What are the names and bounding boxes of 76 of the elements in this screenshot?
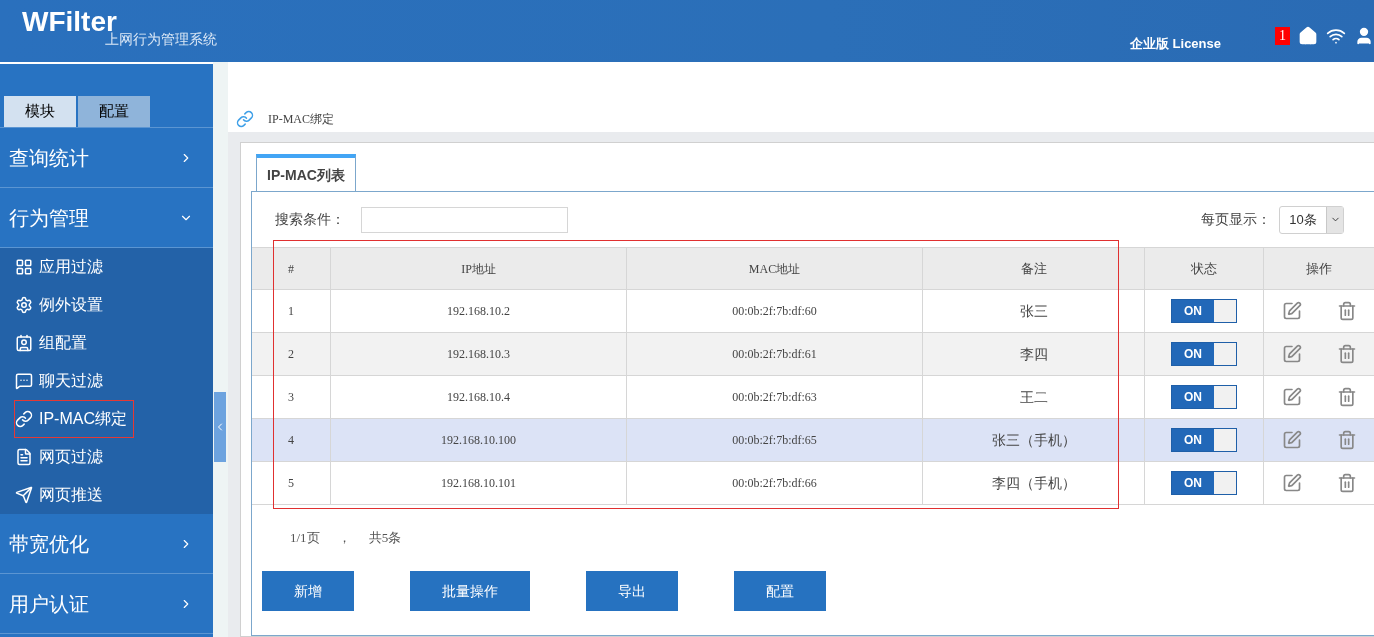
action-button[interactable]: 配置 — [734, 571, 826, 611]
edit-icon[interactable] — [1281, 387, 1302, 407]
table-cell-text: 5 — [288, 475, 294, 492]
table-cell-text: 00:0b:2f:7b:df:61 — [732, 346, 817, 363]
table-cell-text: 00:0b:2f:7b:df:65 — [732, 432, 817, 449]
table-cell-text: 李四 — [1019, 344, 1048, 364]
user-icon[interactable] — [1354, 25, 1374, 46]
table-row[interactable]: 1 192.168.10.2 00:0b:2f:7b:df:60 张三 ON — [252, 290, 1374, 333]
edit-icon[interactable] — [1281, 301, 1302, 321]
trash-icon[interactable] — [1337, 301, 1358, 321]
separator-text: ， — [337, 529, 351, 548]
status-toggle[interactable]: ON — [1171, 471, 1237, 495]
status-toggle[interactable]: ON — [1171, 342, 1237, 366]
page-count: 1/1页 — [290, 529, 320, 548]
table-cell-text: 192.168.10.101 — [441, 475, 516, 492]
column-header: 备注 — [923, 248, 1145, 289]
action-button[interactable]: 批量操作 — [410, 571, 530, 611]
table-cell-text: 张三 — [1019, 301, 1048, 321]
table-cell-text: 4 — [288, 432, 294, 449]
column-header: # — [252, 248, 331, 289]
contact-card-icon — [15, 334, 33, 352]
table-row[interactable]: 4 192.168.10.100 00:0b:2f:7b:df:65 张三（手机） ON — [252, 419, 1374, 462]
table-cell-text: 王二 — [1019, 387, 1048, 407]
edit-icon[interactable] — [1281, 430, 1302, 450]
trash-icon[interactable] — [1337, 344, 1358, 364]
table-row[interactable]: 5 192.168.10.101 00:0b:2f:7b:df:66 李四（手机） ON — [252, 462, 1374, 505]
table-cell-text: 192.168.10.100 — [441, 432, 516, 449]
page-icon — [15, 448, 33, 466]
search-field[interactable] — [361, 206, 568, 233]
chat-icon — [15, 372, 33, 390]
total-count: 共5条 — [368, 529, 402, 548]
table-cell-text: 3 — [288, 389, 294, 406]
trash-icon[interactable] — [1337, 430, 1358, 450]
edit-icon[interactable] — [1281, 473, 1302, 493]
search-label: 搜索条件： — [275, 210, 345, 229]
link-icon — [15, 410, 33, 428]
home-icon[interactable] — [1298, 25, 1318, 46]
table-cell-text: 李四（手机） — [991, 473, 1076, 493]
table-cell-text: 192.168.10.3 — [447, 346, 510, 363]
table-cell-text: 00:0b:2f:7b:df:60 — [732, 303, 817, 320]
table-cell-text: 张三（手机） — [991, 430, 1076, 450]
trash-icon[interactable] — [1337, 387, 1358, 407]
status-toggle[interactable]: ON — [1171, 428, 1237, 452]
page-size-label: 每页显示： — [1201, 210, 1271, 229]
action-button[interactable]: 导出 — [586, 571, 678, 611]
sidebar-tab[interactable]: 模块 — [4, 96, 76, 127]
trash-icon[interactable] — [1337, 473, 1358, 493]
column-header: 状态 — [1145, 248, 1264, 289]
table-cell-text: 192.168.10.2 — [447, 303, 510, 320]
page-size-select[interactable]: 10条 — [1279, 205, 1344, 234]
table-cell-text: 00:0b:2f:7b:df:66 — [732, 475, 817, 492]
table-row[interactable]: 3 192.168.10.4 00:0b:2f:7b:df:63 王二 ON — [252, 376, 1374, 419]
status-toggle[interactable]: ON — [1171, 299, 1237, 323]
grid-icon — [15, 258, 33, 276]
breadcrumb: IP-MAC绑定 — [268, 111, 334, 128]
link-icon — [236, 110, 254, 128]
sidebar-tab[interactable]: 配置 — [78, 96, 150, 127]
column-header: 操作 — [1264, 248, 1374, 289]
collapse-handle[interactable] — [214, 392, 226, 462]
status-toggle[interactable]: ON — [1171, 385, 1237, 409]
license-link[interactable]: 企业版 License — [1129, 34, 1221, 54]
table-row[interactable]: 2 192.168.10.3 00:0b:2f:7b:df:61 李四 ON — [252, 333, 1374, 376]
paper-plane-icon — [15, 486, 33, 504]
logo-subtitle: 上网行为管理系统 — [104, 31, 217, 49]
column-header: MAC地址 — [627, 248, 923, 289]
panel-tab[interactable]: IP-MAC列表 — [256, 154, 356, 192]
sidebar-item[interactable]: IP-MAC绑定 — [14, 400, 134, 438]
table-cell-text: 2 — [288, 346, 294, 363]
table-cell-text: 192.168.10.4 — [447, 389, 510, 406]
notification-badge[interactable]: 1 — [1275, 26, 1290, 45]
column-header: IP地址 — [331, 248, 627, 289]
table-cell-text: 00:0b:2f:7b:df:63 — [732, 389, 817, 406]
edit-icon[interactable] — [1281, 344, 1302, 364]
action-button[interactable]: 新增 — [262, 571, 354, 611]
gear-icon — [15, 296, 33, 314]
table-cell-text: 1 — [288, 303, 294, 320]
